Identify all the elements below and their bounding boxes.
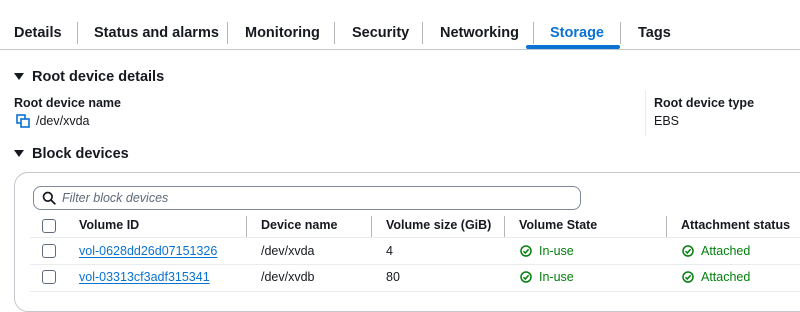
column-divider: [645, 90, 646, 136]
volume-state-cell: In-use: [539, 244, 574, 258]
root-device-name-value: /dev/xvda: [36, 114, 90, 128]
volume-size-cell: 4: [386, 244, 393, 258]
check-circle-icon: [682, 271, 694, 283]
tab-divider: [227, 22, 228, 44]
column-header-volume-state[interactable]: Volume State: [519, 218, 597, 232]
tab-label: Status and alarms: [94, 25, 219, 41]
section-title: Root device details: [32, 69, 165, 85]
tab-label: Security: [352, 25, 410, 41]
tab-divider: [422, 22, 423, 44]
row-checkbox[interactable]: [42, 270, 56, 284]
tab-label: Networking: [440, 25, 519, 41]
section-title: Block devices: [32, 146, 129, 162]
select-all-checkbox[interactable]: [42, 219, 56, 233]
check-circle-icon: [520, 245, 532, 257]
caret-down-icon: [14, 73, 24, 80]
volume-size-cell: 80: [386, 270, 400, 284]
check-circle-icon: [520, 271, 532, 283]
tab-divider: [334, 22, 335, 44]
filter-block-devices-input[interactable]: [62, 189, 562, 207]
check-circle-icon: [682, 245, 694, 257]
tab-divider: [77, 22, 78, 44]
attachment-status-cell: Attached: [701, 270, 751, 284]
volume-id-link[interactable]: vol-03313cf3adf315341: [79, 270, 210, 284]
column-header-volume-size[interactable]: Volume size (GiB): [386, 218, 491, 232]
root-device-section-toggle[interactable]: Root device details: [14, 69, 164, 85]
volume-id-link[interactable]: vol-0628dd26d07151326: [79, 244, 217, 258]
tab-divider: [620, 22, 621, 44]
tab-divider: [533, 22, 534, 44]
caret-down-icon: [14, 150, 24, 157]
copy-icon[interactable]: [16, 114, 30, 128]
device-name-cell: /dev/xvdb: [261, 270, 315, 284]
volume-state-cell: In-use: [539, 270, 574, 284]
filter-box: [33, 186, 581, 210]
block-devices-section-toggle[interactable]: Block devices: [14, 146, 129, 162]
row-divider: [30, 237, 800, 238]
attachment-status-cell: Attached: [701, 244, 751, 258]
root-device-type-value: EBS: [654, 114, 680, 128]
tab-bar: Details Status and alarms Monitoring Sec…: [0, 0, 800, 50]
column-resizer[interactable]: [504, 216, 505, 238]
device-name-cell: /dev/xvda: [261, 244, 315, 258]
tab-label: Tags: [638, 25, 671, 41]
column-header-volume-id[interactable]: Volume ID: [79, 218, 139, 232]
tab-label: Storage: [550, 25, 604, 41]
column-resizer[interactable]: [246, 216, 247, 238]
row-divider: [30, 291, 800, 292]
root-device-name-label: Root device name: [14, 96, 121, 110]
column-header-attachment-status[interactable]: Attachment status: [681, 218, 790, 232]
row-divider: [30, 264, 800, 265]
row-checkbox[interactable]: [42, 244, 56, 258]
tab-label: Monitoring: [245, 25, 320, 41]
active-tab-indicator: [526, 45, 620, 49]
column-resizer[interactable]: [371, 216, 372, 238]
root-device-type-label: Root device type: [654, 96, 755, 110]
column-resizer[interactable]: [666, 216, 667, 238]
search-icon: [42, 191, 56, 205]
tab-label: Details: [14, 25, 62, 41]
column-header-device-name[interactable]: Device name: [261, 218, 337, 232]
